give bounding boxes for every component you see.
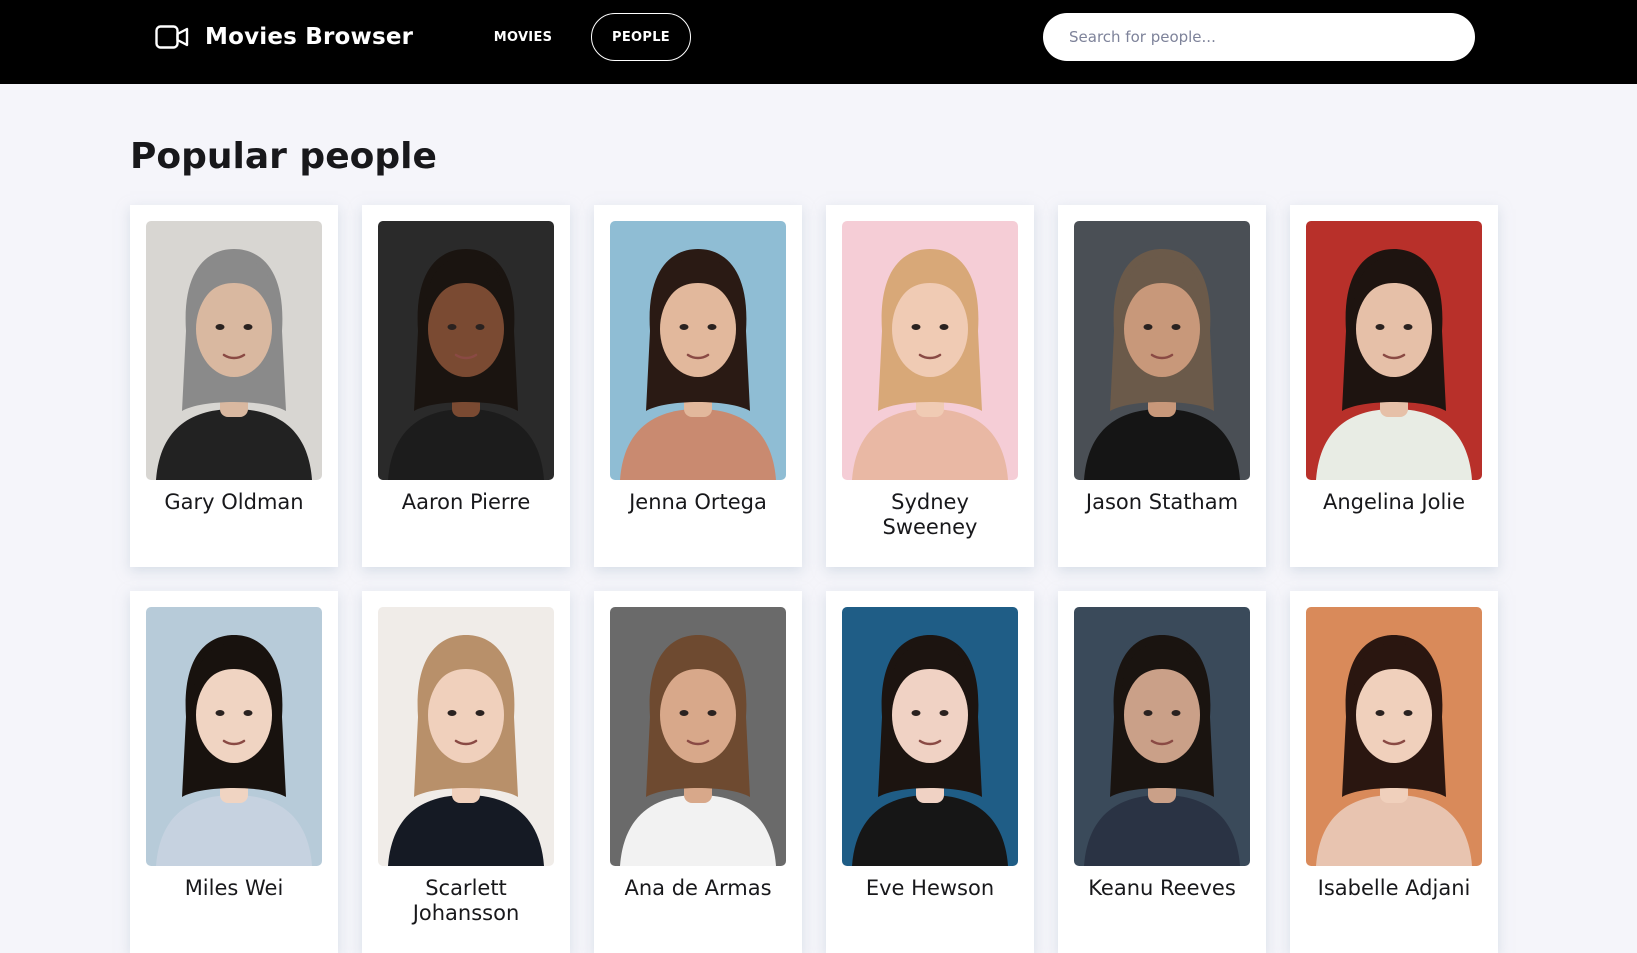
person-photo [1306, 221, 1482, 480]
person-photo [146, 221, 322, 480]
person-photo [378, 221, 554, 480]
person-name: Jason Statham [1085, 490, 1239, 514]
person-photo [1074, 607, 1250, 866]
person-photo [842, 221, 1018, 480]
person-card-2[interactable]: Aaron Pierre [362, 205, 570, 567]
person-name: Miles Wei [184, 876, 284, 900]
top-navigation-bar: Movies Browser MOVIES PEOPLE [0, 0, 1637, 84]
person-card-4[interactable]: Sydney Sweeney [826, 205, 1034, 567]
video-camera-icon [155, 25, 189, 49]
person-name: Isabelle Adjani [1317, 876, 1471, 900]
person-photo [378, 607, 554, 866]
person-photo [146, 607, 322, 866]
person-name: Ana de Armas [624, 876, 772, 900]
person-name: Eve Hewson [865, 876, 995, 900]
person-photo [1306, 607, 1482, 866]
person-card-1[interactable]: Gary Oldman [130, 205, 338, 567]
person-card-7[interactable]: Miles Wei [130, 591, 338, 953]
page-title: Popular people [130, 136, 437, 177]
person-card-10[interactable]: Eve Hewson [826, 591, 1034, 953]
person-card-12[interactable]: Isabelle Adjani [1290, 591, 1498, 953]
person-photo [1074, 221, 1250, 480]
person-name: Scarlett Johansson [412, 876, 520, 925]
person-name: Angelina Jolie [1322, 490, 1466, 514]
person-name: Jenna Ortega [629, 490, 767, 514]
people-grid: Gary Oldman Aaron Pierre Jenna Ortega Sy… [130, 205, 1500, 953]
person-name: Keanu Reeves [1088, 876, 1236, 900]
search-input[interactable] [1043, 13, 1475, 61]
person-card-11[interactable]: Keanu Reeves [1058, 591, 1266, 953]
person-photo [610, 607, 786, 866]
app-title: Movies Browser [205, 24, 414, 50]
person-name: Sydney Sweeney [882, 490, 978, 539]
nav-tab-people[interactable]: PEOPLE [591, 13, 691, 61]
person-photo [842, 607, 1018, 866]
app-logo[interactable]: Movies Browser [155, 21, 413, 53]
person-card-6[interactable]: Angelina Jolie [1290, 205, 1498, 567]
person-photo [610, 221, 786, 480]
person-card-5[interactable]: Jason Statham [1058, 205, 1266, 567]
person-card-9[interactable]: Ana de Armas [594, 591, 802, 953]
person-name: Aaron Pierre [401, 490, 531, 514]
person-card-8[interactable]: Scarlett Johansson [362, 591, 570, 953]
nav-tab-movies[interactable]: MOVIES [482, 13, 564, 61]
person-card-3[interactable]: Jenna Ortega [594, 205, 802, 567]
person-name: Gary Oldman [164, 490, 304, 514]
